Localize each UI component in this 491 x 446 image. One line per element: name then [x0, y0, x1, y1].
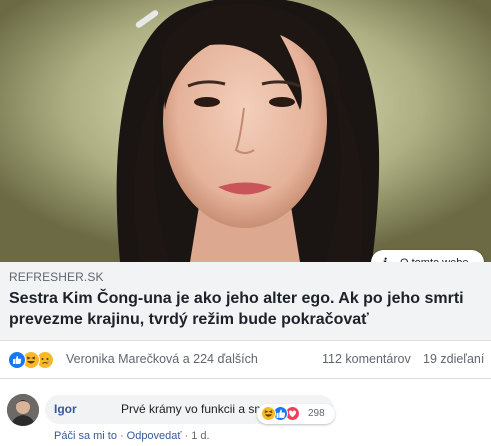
haha-icon: [261, 406, 276, 421]
comment-reaction-count: 298: [308, 408, 325, 419]
separator: ·: [184, 430, 189, 442]
comment: Igor Prvé krámy vo funkcii a sme hotoví …: [0, 384, 491, 446]
portrait-photo: [0, 0, 491, 262]
comment-actions: Páči sa mi to · Odpovedať · 1 d.: [54, 430, 210, 442]
like-icon: [8, 351, 26, 369]
reactions-bar: Veronika Marečková a 224 ďalších 112 kom…: [0, 341, 491, 379]
comment-timestamp[interactable]: 1 d.: [191, 430, 209, 442]
comment-author[interactable]: Igor: [54, 402, 77, 416]
avatar[interactable]: [7, 394, 39, 426]
comment-like-link[interactable]: Páči sa mi to: [54, 430, 117, 442]
facebook-post: i O tomto webe REFRESHER.SK Sestra Kim Č…: [0, 0, 491, 446]
reaction-names-link[interactable]: Veronika Marečková a 224 ďalších: [66, 352, 258, 366]
reaction-icons[interactable]: [8, 351, 68, 369]
link-card[interactable]: REFRESHER.SK Sestra Kim Čong-una je ako …: [0, 262, 491, 341]
separator: ·: [119, 430, 124, 442]
comment-count-link[interactable]: 112 komentárov: [322, 352, 411, 366]
comment-reactions[interactable]: 298: [257, 404, 335, 424]
share-count-link[interactable]: 19 zdieľaní: [423, 352, 484, 366]
link-preview-image[interactable]: [0, 0, 491, 262]
link-title[interactable]: Sestra Kim Čong-una je ako jeho alter eg…: [9, 288, 479, 330]
comment-reply-link[interactable]: Odpovedať: [127, 430, 182, 442]
link-domain: REFRESHER.SK: [9, 270, 104, 284]
